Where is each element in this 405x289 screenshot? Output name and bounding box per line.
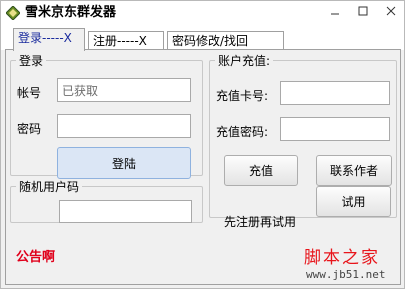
- random-user-group-title: 随机用户码: [19, 180, 80, 194]
- watermark-logo: 脚本之家: [304, 248, 380, 268]
- tab-strip: 登录-----X 注册-----X 密码修改/找回: [1, 25, 404, 51]
- random-user-code-input[interactable]: [59, 200, 192, 223]
- title-bar[interactable]: 雪米京东群发器: [1, 1, 404, 25]
- recharge-password-input[interactable]: [280, 117, 390, 141]
- window-title: 雪米京东群发器: [25, 5, 117, 20]
- close-button[interactable]: [377, 1, 405, 23]
- recharge-card-label: 充值卡号:: [216, 89, 269, 103]
- recharge-button[interactable]: 充值: [224, 155, 298, 186]
- notice-text: 公告啊: [16, 250, 56, 265]
- password-input[interactable]: [57, 114, 191, 138]
- contact-author-button[interactable]: 联系作者: [316, 155, 392, 186]
- tab-password-recovery[interactable]: 密码修改/找回: [167, 31, 284, 51]
- recharge-password-label: 充值密码:: [216, 125, 269, 139]
- recharge-card-input[interactable]: [280, 81, 390, 105]
- password-label: 密码: [17, 122, 42, 136]
- minimize-button[interactable]: [321, 1, 349, 23]
- tab-login[interactable]: 登录-----X: [13, 28, 85, 51]
- account-label: 帐号: [17, 86, 42, 100]
- watermark-url: www.jb51.net: [306, 268, 386, 281]
- login-group-title: 登录: [19, 54, 44, 68]
- maximize-button[interactable]: [349, 1, 377, 23]
- maximize-icon: [358, 5, 368, 19]
- diamond-app-icon: [5, 5, 21, 21]
- account-input[interactable]: [57, 78, 191, 102]
- close-icon: [386, 5, 396, 19]
- app-window: 雪米京东群发器 登录-----X 注册-----X 密码修改/找回 登录 帐号 …: [0, 0, 405, 289]
- trial-button[interactable]: 试用: [316, 186, 391, 217]
- trial-hint-text: 先注册再试用: [224, 215, 297, 229]
- tab-register[interactable]: 注册-----X: [88, 31, 164, 51]
- login-button[interactable]: 登陆: [57, 147, 191, 179]
- recharge-group-title: 账户充值:: [218, 54, 271, 68]
- minimize-icon: [330, 5, 340, 19]
- login-group: 登录 帐号 密码 登陆: [10, 52, 203, 179]
- random-user-group: 随机用户码: [10, 178, 203, 223]
